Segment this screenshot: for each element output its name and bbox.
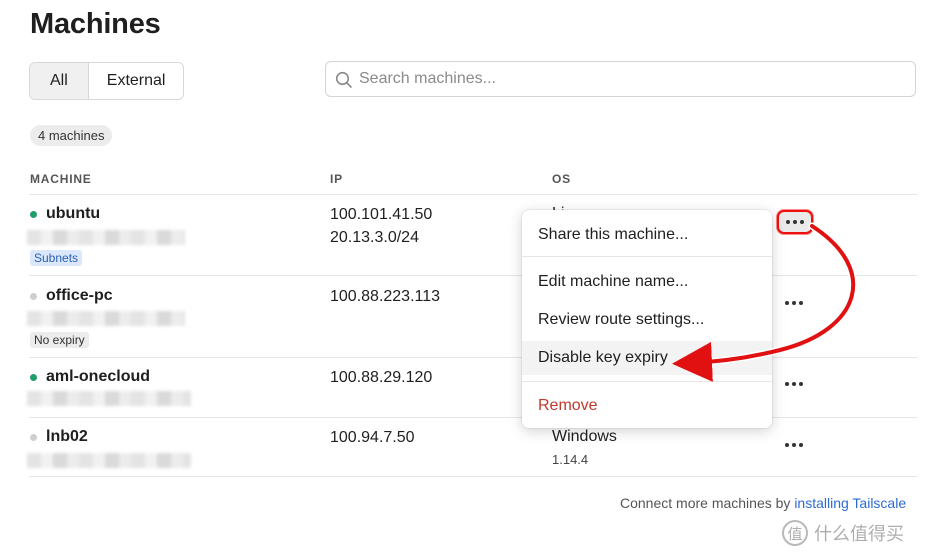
watermark-text: 什么值得买 bbox=[814, 524, 904, 544]
machine-version: 1.14.4 bbox=[552, 452, 589, 467]
menu-divider bbox=[522, 381, 772, 382]
dot-icon bbox=[785, 443, 789, 447]
blurred-address bbox=[27, 391, 191, 406]
menu-divider bbox=[522, 256, 772, 257]
machine-count-badge: 4 machines bbox=[30, 125, 113, 146]
machine-os: Windows bbox=[552, 428, 617, 445]
machine-name[interactable]: lnb02 bbox=[46, 428, 88, 446]
page-title: Machines bbox=[30, 8, 161, 40]
no-expiry-badge: No expiry bbox=[30, 332, 89, 348]
dot-icon bbox=[793, 220, 797, 224]
menu-item-share[interactable]: Share this machine... bbox=[522, 218, 772, 252]
column-header-os[interactable]: OS bbox=[552, 172, 571, 186]
menu-item-edit-name[interactable]: Edit machine name... bbox=[522, 265, 772, 299]
dot-icon bbox=[792, 301, 796, 305]
status-online-icon bbox=[30, 211, 37, 218]
install-tailscale-link[interactable]: installing Tailscale bbox=[794, 495, 906, 511]
machine-name[interactable]: office-pc bbox=[46, 287, 113, 305]
blurred-address bbox=[27, 230, 185, 245]
subnets-badge: Subnets bbox=[30, 250, 83, 266]
dot-icon bbox=[785, 382, 789, 386]
menu-item-disable-key-expiry[interactable]: Disable key expiry bbox=[522, 341, 772, 375]
menu-item-remove[interactable]: Remove bbox=[522, 389, 772, 423]
blurred-address bbox=[27, 453, 191, 468]
machine-name[interactable]: ubuntu bbox=[46, 205, 100, 223]
machine-name[interactable]: aml-onecloud bbox=[46, 368, 150, 386]
watermark-logo-icon: 值 bbox=[782, 520, 808, 546]
dot-icon bbox=[792, 443, 796, 447]
status-offline-icon bbox=[30, 434, 37, 441]
dot-icon bbox=[799, 301, 803, 305]
search-icon bbox=[335, 71, 352, 88]
dot-icon bbox=[800, 220, 804, 224]
menu-item-review-routes[interactable]: Review route settings... bbox=[522, 303, 772, 337]
status-offline-icon bbox=[30, 293, 37, 300]
machine-subnet: 20.13.3.0/24 bbox=[330, 229, 419, 246]
divider bbox=[29, 476, 917, 477]
divider bbox=[29, 357, 917, 358]
filter-external-button[interactable]: External bbox=[88, 63, 184, 99]
column-header-ip[interactable]: IP bbox=[330, 172, 343, 186]
dot-icon bbox=[792, 382, 796, 386]
watermark: 值 什么值得买 bbox=[782, 520, 904, 546]
status-online-icon bbox=[30, 374, 37, 381]
dot-icon bbox=[785, 301, 789, 305]
dot-icon bbox=[799, 443, 803, 447]
machine-ip: 100.101.41.50 bbox=[330, 206, 433, 223]
blurred-address bbox=[27, 311, 185, 326]
divider bbox=[29, 417, 917, 418]
divider bbox=[29, 194, 917, 195]
footer-text: Connect more machines by bbox=[620, 495, 795, 511]
machine-ip: 100.88.29.120 bbox=[330, 369, 433, 386]
divider bbox=[29, 275, 917, 276]
filter-toggle: All External bbox=[29, 62, 185, 100]
search-box[interactable] bbox=[325, 61, 916, 97]
footer-note: Connect more machines by installing Tail… bbox=[620, 495, 906, 511]
dot-icon bbox=[786, 220, 790, 224]
more-options-button[interactable] bbox=[777, 210, 813, 234]
more-options-button[interactable] bbox=[781, 295, 807, 311]
filter-all-button[interactable]: All bbox=[30, 63, 89, 99]
machine-context-menu: Share this machine... Edit machine name.… bbox=[522, 210, 772, 428]
machine-ip: 100.88.223.113 bbox=[330, 288, 441, 305]
machine-ip: 100.94.7.50 bbox=[330, 429, 415, 446]
dot-icon bbox=[799, 382, 803, 386]
more-options-button[interactable] bbox=[781, 376, 807, 392]
column-header-machine[interactable]: MACHINE bbox=[30, 172, 92, 186]
search-input[interactable] bbox=[359, 62, 899, 96]
more-options-button[interactable] bbox=[781, 437, 807, 453]
